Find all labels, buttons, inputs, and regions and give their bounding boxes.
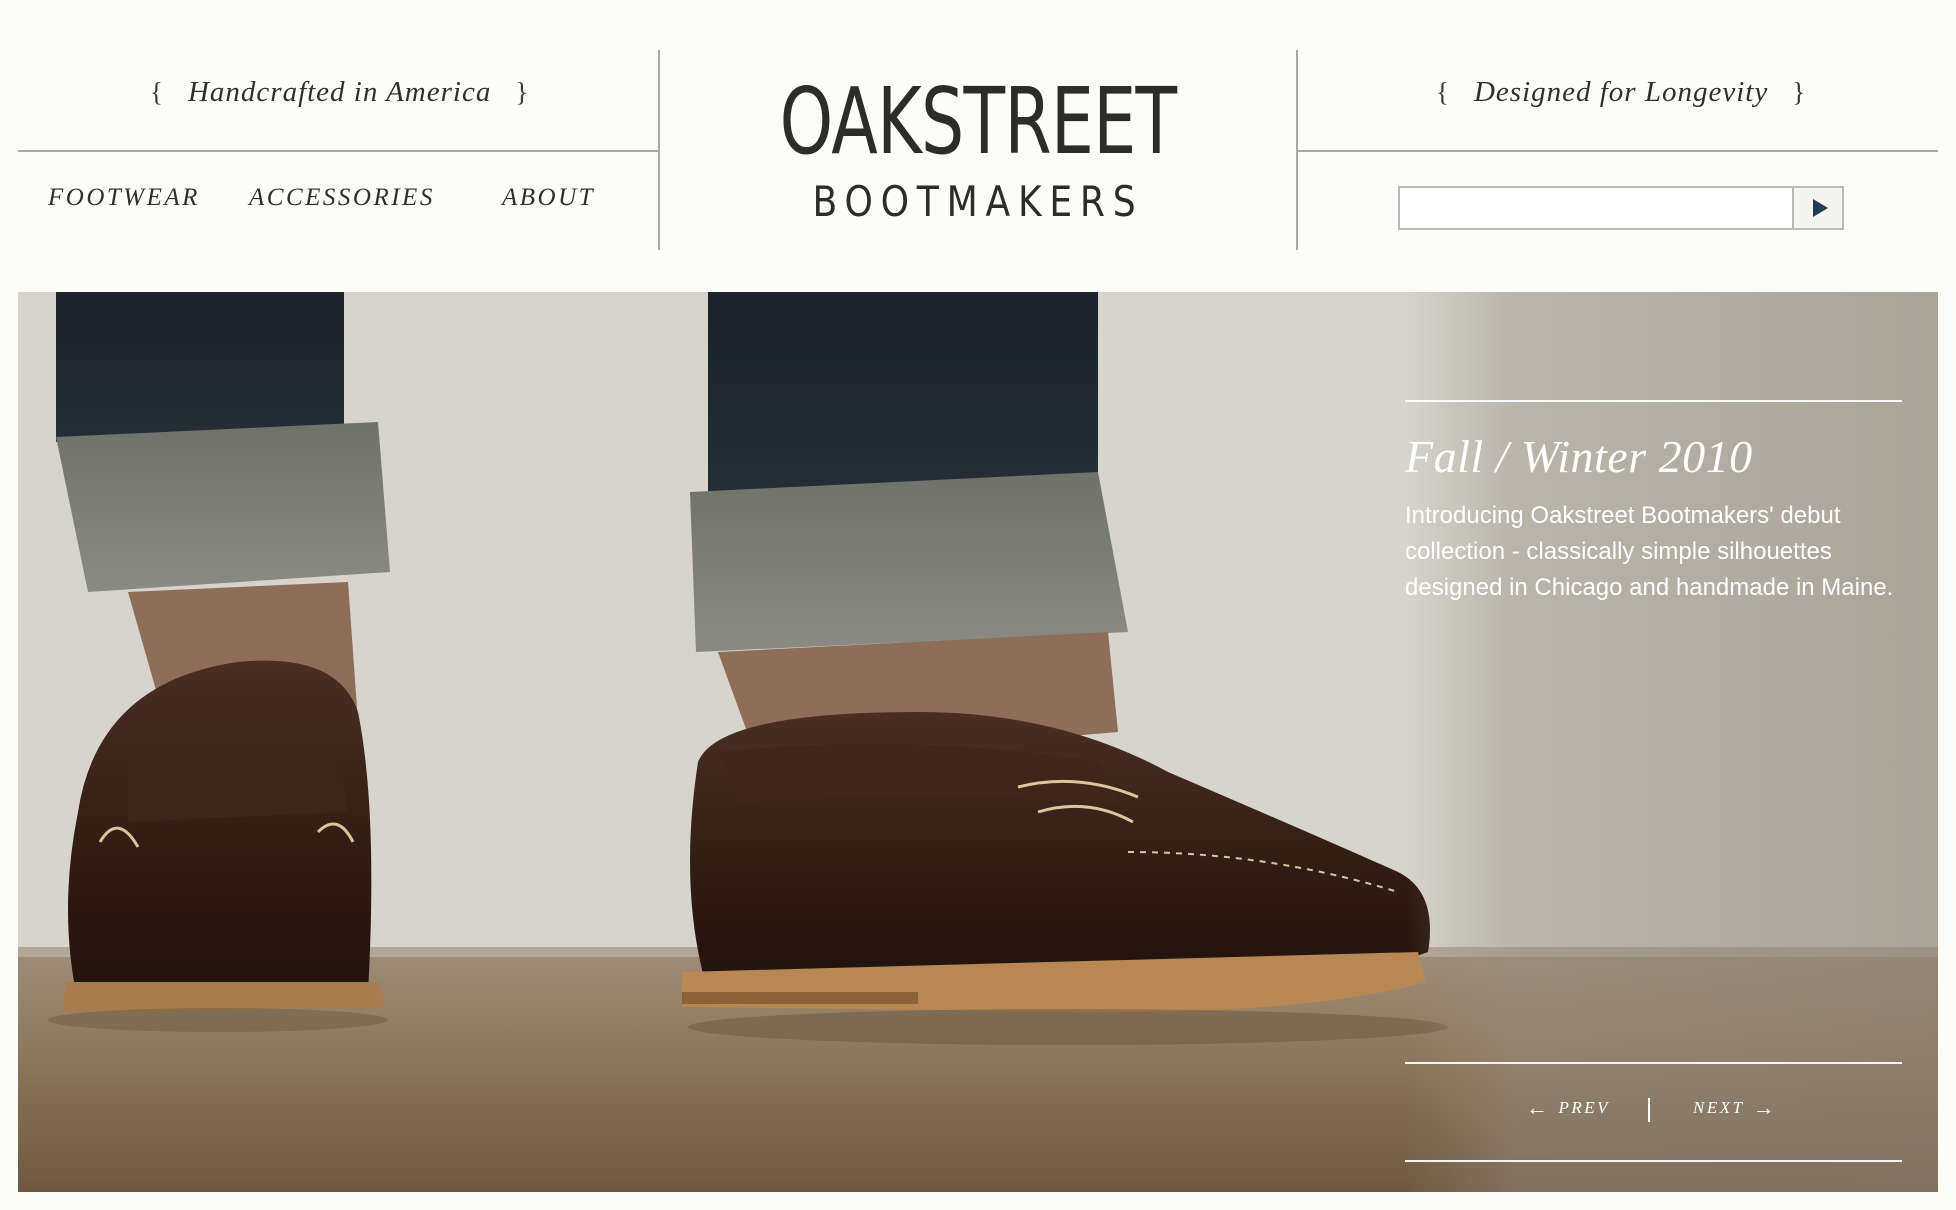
nav-about[interactable]: ABOUT <box>502 184 595 212</box>
tagline-right-text: Designed for Longevity <box>1473 76 1769 108</box>
slide-title: Fall / Winter 2010 <box>1405 431 1753 482</box>
prev-button[interactable]: ← PREV <box>1526 1095 1611 1120</box>
arrow-right-icon: → <box>1752 1095 1778 1120</box>
hero-slideshow: Fall / Winter 2010 Introducing Oakstreet… <box>18 292 1938 1192</box>
caption-overlay <box>1405 292 1938 1192</box>
tagline-left: {Handcrafted in America} <box>150 76 530 108</box>
tagline-right: {Designed for Longevity} <box>1436 76 1807 108</box>
prev-label: PREV <box>1558 1098 1611 1117</box>
pager-divider <box>1648 1098 1650 1122</box>
nav-accessories[interactable]: ACCESSORIES <box>249 184 435 212</box>
tagline-left-text: Handcrafted in America <box>187 76 492 108</box>
caption-rule-middle <box>1405 1062 1902 1064</box>
search-input[interactable] <box>1400 188 1792 228</box>
search-box <box>1398 186 1844 230</box>
nav-footwear[interactable]: FOOTWEAR <box>48 184 200 212</box>
next-label: NEXT <box>1693 1098 1745 1117</box>
arrow-left-icon: ← <box>1526 1095 1551 1120</box>
header-rule-left <box>18 150 659 152</box>
site-header: {Handcrafted in America} {Designed for L… <box>0 0 1956 292</box>
caption-rule-bottom <box>1405 1160 1902 1162</box>
logo-subtitle: BOOTMAKERS <box>812 177 1144 226</box>
search-submit-button[interactable] <box>1792 188 1842 228</box>
play-triangle-icon <box>1812 199 1828 217</box>
site-logo[interactable]: OAKSTREET BOOTMAKERS <box>660 76 1296 224</box>
slide-description: Introducing Oakstreet Bootmakers' debut … <box>1405 502 1894 601</box>
next-button[interactable]: NEXT → <box>1693 1095 1778 1120</box>
logo-wordmark: OAKSTREET <box>779 68 1177 175</box>
caption-rule-top <box>1405 400 1902 402</box>
header-rule-right <box>1297 150 1938 152</box>
